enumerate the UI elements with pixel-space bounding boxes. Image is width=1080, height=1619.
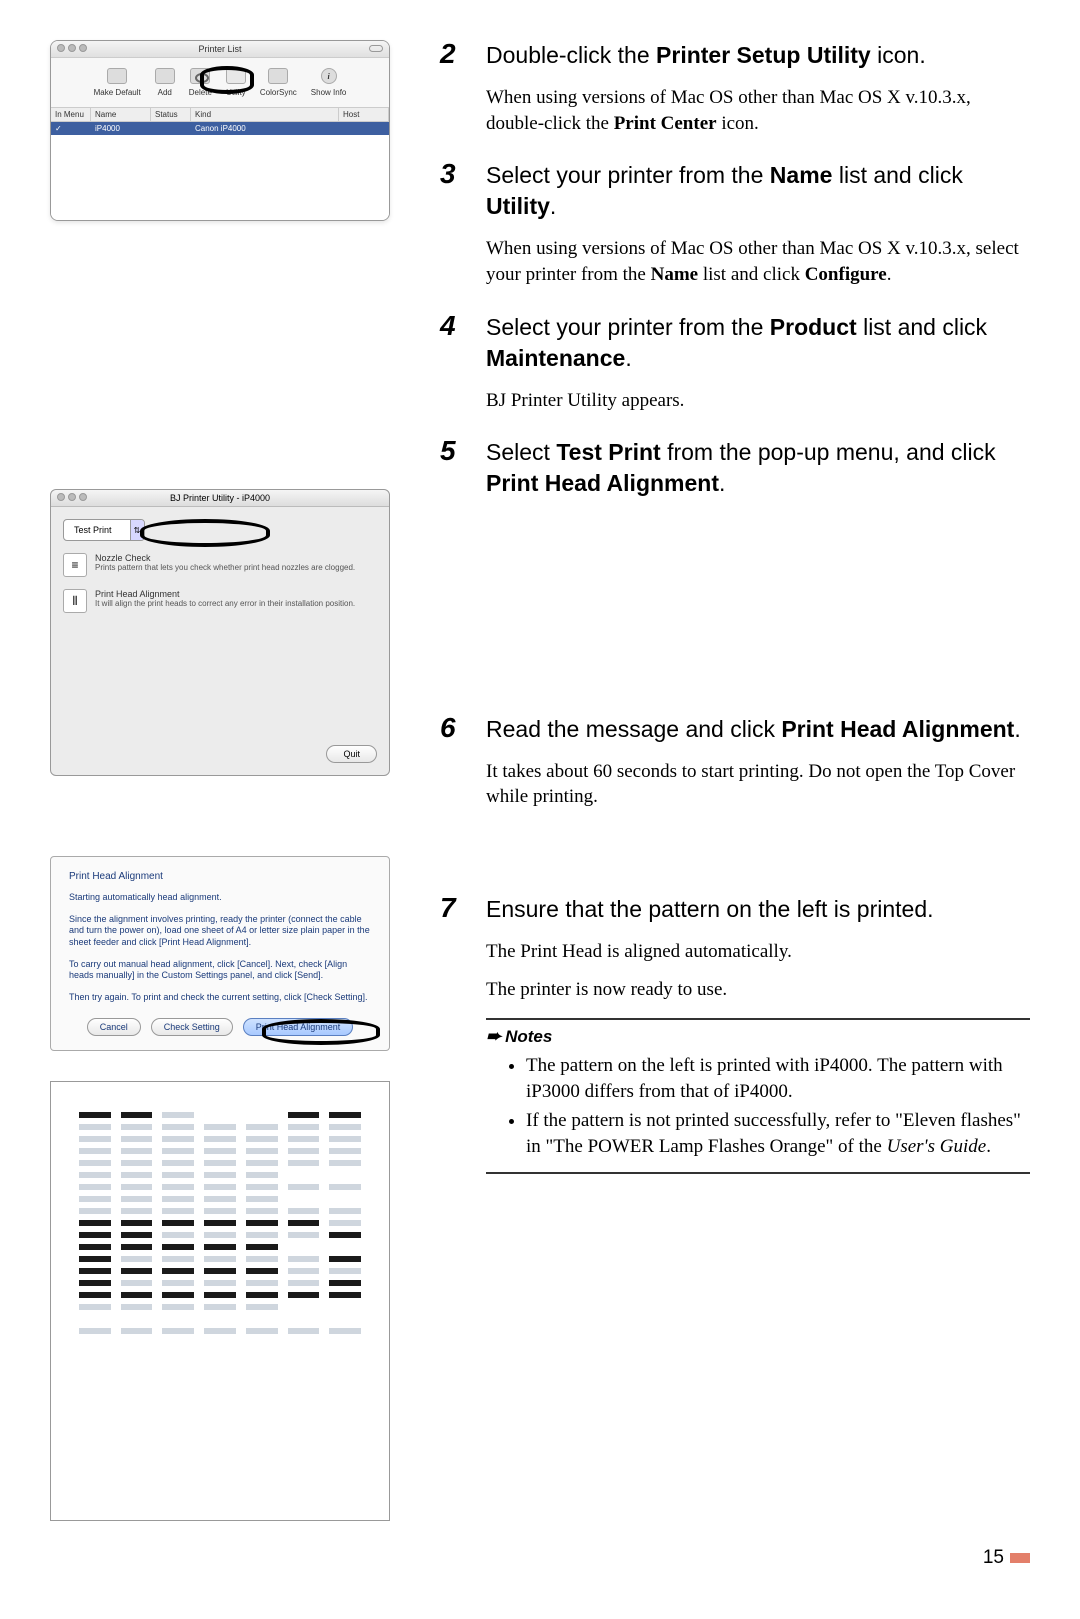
add-printer-icon <box>155 68 175 84</box>
quit-button[interactable]: Quit <box>326 745 377 763</box>
toolbar-showinfo[interactable]: iShow Info <box>311 68 347 97</box>
page-number: 15 <box>50 1547 1030 1569</box>
option-title: Print Head Alignment <box>95 589 355 599</box>
option-title: Nozzle Check <box>95 553 355 563</box>
toolbar-utility[interactable]: Utility <box>226 68 246 97</box>
table-row[interactable]: ✓ iP4000 Canon iP4000 <box>51 122 389 135</box>
alignment-icon: ⦀ <box>63 589 87 613</box>
minimize-icon[interactable] <box>68 44 76 52</box>
window-controls[interactable] <box>57 493 87 501</box>
minimize-icon[interactable] <box>68 493 76 501</box>
window-title: BJ Printer Utility - iP4000 <box>170 493 270 503</box>
figure-test-pattern <box>50 1081 390 1521</box>
col-host[interactable]: Host <box>339 108 389 121</box>
printer-icon <box>107 68 127 84</box>
step-6: 6 Read the message and click Print Head … <box>440 714 1030 824</box>
toolbar-make-default[interactable]: Make Default <box>94 68 141 97</box>
figure-printer-list: Printer List Make Default Add Delete Uti… <box>50 40 390 221</box>
colorsync-icon <box>268 68 288 84</box>
step-heading: Select your printer from the Product lis… <box>486 312 1030 374</box>
close-icon[interactable] <box>57 493 65 501</box>
cell-name: iP4000 <box>91 122 151 135</box>
dialog-text: Since the alignment involves printing, r… <box>69 914 371 949</box>
step-heading: Ensure that the pattern on the left is p… <box>486 894 1030 925</box>
step-2: 2 Double-click the Printer Setup Utility… <box>440 40 1030 150</box>
table-body-empty <box>51 135 389 220</box>
step-heading: Select Test Print from the pop-up menu, … <box>486 437 1030 499</box>
toolbar-colorsync[interactable]: ColorSync <box>260 68 297 97</box>
cell-kind: Canon iP4000 <box>191 122 339 135</box>
table-header: In Menu Name Status Kind Host <box>51 108 389 122</box>
option-desc: It will align the print heads to correct… <box>95 599 355 608</box>
step-number: 2 <box>440 40 470 150</box>
step-body: BJ Printer Utility appears. <box>486 388 1030 414</box>
dialog-text: Then try again. To print and check the c… <box>69 992 371 1004</box>
page-accent-bar <box>1010 1553 1030 1563</box>
col-name[interactable]: Name <box>91 108 151 121</box>
col-kind[interactable]: Kind <box>191 108 339 121</box>
cancel-button[interactable]: Cancel <box>87 1018 141 1036</box>
divider <box>486 1172 1030 1174</box>
print-head-alignment-button[interactable]: Print Head Alignment <box>243 1018 354 1036</box>
toolbar-delete[interactable]: Delete <box>189 68 212 97</box>
step-number: 3 <box>440 160 470 301</box>
step-body: The Print Head is aligned automatically. <box>486 939 1030 965</box>
popup-menu[interactable]: Test Print ⇅ <box>63 519 145 541</box>
chevron-updown-icon: ⇅ <box>130 520 144 540</box>
step-7: 7 Ensure that the pattern on the left is… <box>440 894 1030 1174</box>
step-5: 5 Select Test Print from the pop-up menu… <box>440 437 1030 513</box>
option-nozzle-check[interactable]: ≡ Nozzle Check Prints pattern that lets … <box>63 553 377 577</box>
notes-heading: ➨ Notes <box>486 1026 1030 1047</box>
utility-icon <box>226 68 246 84</box>
step-number: 7 <box>440 894 470 1174</box>
info-icon: i <box>321 68 337 84</box>
step-4: 4 Select your printer from the Product l… <box>440 312 1030 428</box>
step-body: The printer is now ready to use. <box>486 977 1030 1003</box>
step-body: It takes about 60 seconds to start print… <box>486 759 1030 810</box>
pattern-grid <box>79 1112 361 1334</box>
figure-bj-utility: BJ Printer Utility - iP4000 Test Print ⇅… <box>50 489 390 776</box>
dialog-text: To carry out manual head alignment, clic… <box>69 959 371 982</box>
option-desc: Prints pattern that lets you check wheth… <box>95 563 355 572</box>
col-status[interactable]: Status <box>151 108 191 121</box>
divider <box>486 1018 1030 1020</box>
arrow-icon: ➨ <box>486 1026 501 1047</box>
dialog-title: Print Head Alignment <box>69 871 371 882</box>
note-item: The pattern on the left is printed with … <box>526 1053 1030 1104</box>
close-icon[interactable] <box>57 44 65 52</box>
dialog-text: Starting automatically head alignment. <box>69 892 371 904</box>
check-setting-button[interactable]: Check Setting <box>151 1018 233 1036</box>
notes-list: The pattern on the left is printed with … <box>486 1053 1030 1160</box>
window-controls[interactable] <box>57 44 87 52</box>
window-title: Printer List <box>198 44 241 54</box>
step-body: When using versions of Mac OS other than… <box>486 236 1030 287</box>
step-heading: Read the message and click Print Head Al… <box>486 714 1030 745</box>
window-titlebar: Printer List <box>51 41 389 58</box>
zoom-icon[interactable] <box>79 44 87 52</box>
nozzle-check-icon: ≡ <box>63 553 87 577</box>
step-body: When using versions of Mac OS other than… <box>486 85 1030 136</box>
figure-alignment-dialog: Print Head Alignment Starting automatica… <box>50 856 390 1051</box>
step-number: 6 <box>440 714 470 824</box>
note-item: If the pattern is not printed successful… <box>526 1108 1030 1159</box>
popup-value: Test Print <box>64 521 130 539</box>
toolbar: Make Default Add Delete Utility ColorSyn… <box>51 58 389 108</box>
toolbar-add[interactable]: Add <box>155 68 175 97</box>
step-heading: Double-click the Printer Setup Utility i… <box>486 40 1030 71</box>
toolbar-toggle-icon[interactable] <box>369 45 383 52</box>
step-number: 5 <box>440 437 470 513</box>
col-inmenu[interactable]: In Menu <box>51 108 91 121</box>
option-print-head-alignment[interactable]: ⦀ Print Head Alignment It will align the… <box>63 589 377 613</box>
zoom-icon[interactable] <box>79 493 87 501</box>
delete-icon <box>190 68 210 84</box>
step-heading: Select your printer from the Name list a… <box>486 160 1030 222</box>
step-3: 3 Select your printer from the Name list… <box>440 160 1030 301</box>
step-number: 4 <box>440 312 470 428</box>
window-titlebar: BJ Printer Utility - iP4000 <box>51 490 389 507</box>
